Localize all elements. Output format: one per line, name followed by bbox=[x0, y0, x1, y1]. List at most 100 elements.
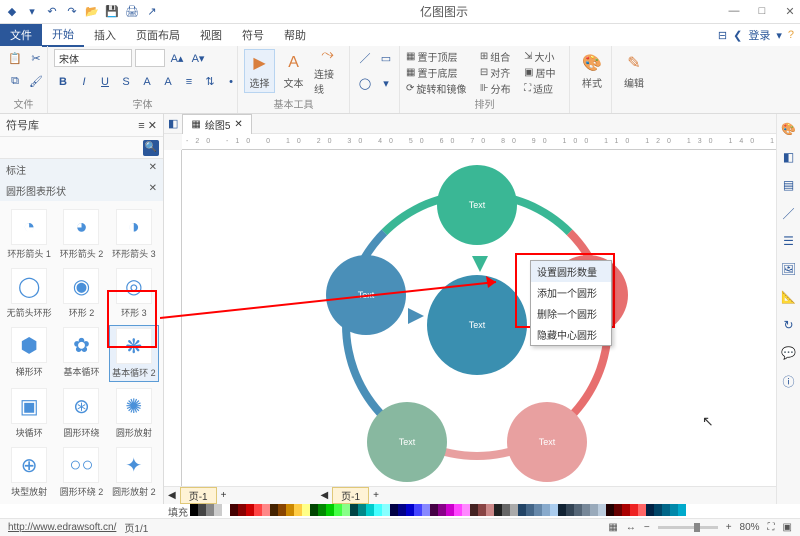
color-swatch[interactable] bbox=[446, 504, 454, 516]
shape-item[interactable]: ◉环形 2 bbox=[56, 266, 106, 321]
group-objects[interactable]: ⊞ 组合 bbox=[480, 49, 518, 64]
underline-button[interactable]: U bbox=[96, 73, 114, 91]
color-swatch[interactable] bbox=[302, 504, 310, 516]
page-tab-1[interactable]: 页-1 bbox=[180, 487, 217, 504]
color-palette[interactable]: 填充 bbox=[0, 504, 800, 518]
tab-view[interactable]: 视图 bbox=[190, 24, 232, 46]
color-swatch[interactable] bbox=[390, 504, 398, 516]
save-icon[interactable]: 💾 bbox=[104, 4, 120, 20]
color-swatch[interactable] bbox=[558, 504, 566, 516]
fit-objects[interactable]: ⛶ 适应 bbox=[524, 81, 563, 96]
color-swatch[interactable] bbox=[326, 504, 334, 516]
add-page-icon[interactable]: + bbox=[221, 490, 227, 501]
line-icon[interactable]: ／ bbox=[780, 204, 798, 222]
color-swatch[interactable] bbox=[526, 504, 534, 516]
zoom-out-icon[interactable]: − bbox=[644, 522, 650, 533]
style-button[interactable]: 🎨样式 bbox=[576, 49, 608, 93]
color-swatch[interactable] bbox=[574, 504, 582, 516]
color-swatch[interactable] bbox=[358, 504, 366, 516]
font-family-select[interactable]: 宋体 bbox=[54, 49, 132, 67]
shape-item[interactable]: ○○圆形环绕 2 bbox=[56, 445, 106, 500]
color-swatch[interactable] bbox=[510, 504, 518, 516]
text-tool[interactable]: A文本 bbox=[278, 49, 309, 93]
color-swatch[interactable] bbox=[374, 504, 382, 516]
zoom-in-icon[interactable]: + bbox=[726, 522, 732, 533]
color-swatch[interactable] bbox=[502, 504, 510, 516]
color-swatch[interactable] bbox=[550, 504, 558, 516]
color-swatch[interactable] bbox=[254, 504, 262, 516]
panel-menu-icon[interactable]: ≡ bbox=[138, 120, 144, 132]
color-swatch[interactable] bbox=[406, 504, 414, 516]
page-tab-1b[interactable]: 页-1 bbox=[332, 487, 369, 504]
diagram-node-5[interactable]: Text bbox=[326, 255, 406, 335]
color-swatch[interactable] bbox=[214, 504, 222, 516]
tab-layout[interactable]: 页面布局 bbox=[126, 24, 190, 46]
distribute-objects[interactable]: ⊪ 分布 bbox=[480, 81, 518, 96]
color-swatch[interactable] bbox=[246, 504, 254, 516]
align-left-icon[interactable]: ≡ bbox=[180, 73, 198, 91]
color-swatch[interactable] bbox=[606, 504, 614, 516]
ruler-icon[interactable]: 📐 bbox=[780, 288, 798, 306]
color-swatch[interactable] bbox=[542, 504, 550, 516]
color-swatch[interactable] bbox=[486, 504, 494, 516]
color-swatch[interactable] bbox=[630, 504, 638, 516]
size-objects[interactable]: ⇲ 大小 bbox=[524, 49, 563, 64]
color-swatch[interactable] bbox=[654, 504, 662, 516]
color-swatch[interactable] bbox=[278, 504, 286, 516]
color-swatch[interactable] bbox=[318, 504, 326, 516]
tab-icon[interactable]: ◧ bbox=[168, 117, 178, 130]
color-swatch[interactable] bbox=[286, 504, 294, 516]
color-swatch[interactable] bbox=[470, 504, 478, 516]
print-icon[interactable]: 🖨 bbox=[124, 4, 140, 20]
edit-button[interactable]: ✎编辑 bbox=[618, 49, 650, 93]
ctx-remove-circle[interactable]: 删除一个圆形 bbox=[531, 303, 611, 324]
color-swatch[interactable] bbox=[190, 504, 198, 516]
image-icon[interactable]: 🖼 bbox=[780, 260, 798, 278]
shape-item[interactable]: ❋基本循环 2 bbox=[109, 325, 159, 382]
shape-rect-icon[interactable]: ▭ bbox=[377, 49, 395, 67]
shape-item[interactable]: ◯无箭头环形 bbox=[4, 266, 54, 321]
color-swatch[interactable] bbox=[646, 504, 654, 516]
center-objects[interactable]: ▣ 居中 bbox=[524, 65, 563, 80]
shape-circle-icon[interactable]: ◯ bbox=[356, 75, 374, 93]
bold-button[interactable]: B bbox=[54, 73, 72, 91]
tab-help[interactable]: 帮助 bbox=[274, 24, 316, 46]
export-icon[interactable]: ↗ bbox=[144, 4, 160, 20]
ctx-set-count[interactable]: 设置圆形数量 bbox=[531, 261, 611, 282]
shape-item[interactable]: ⊛圆形环绕 bbox=[56, 386, 106, 441]
paste-icon[interactable]: 📋 bbox=[6, 49, 24, 67]
color-swatch[interactable] bbox=[518, 504, 526, 516]
shape-item[interactable]: ⊕块型放射 bbox=[4, 445, 54, 500]
ctx-hide-center[interactable]: 隐藏中心圆形 bbox=[531, 324, 611, 345]
cut-icon[interactable]: ✂ bbox=[27, 49, 45, 67]
prev-page-icon[interactable]: ◀ bbox=[168, 490, 176, 501]
color-swatch[interactable] bbox=[622, 504, 630, 516]
fontcolor-icon[interactable]: A bbox=[159, 73, 177, 91]
color-swatch[interactable] bbox=[382, 504, 390, 516]
prev-page-icon[interactable]: ◀ bbox=[320, 490, 328, 501]
shape-item[interactable]: ◑环形箭头 3 bbox=[109, 207, 159, 262]
add-page-icon[interactable]: + bbox=[373, 490, 379, 501]
color-swatch[interactable] bbox=[462, 504, 470, 516]
rotate-objects[interactable]: ⟳ 旋转和镜像 bbox=[406, 81, 474, 96]
bring-front[interactable]: ▦ 置于顶层 bbox=[406, 49, 474, 64]
color-swatch[interactable] bbox=[638, 504, 646, 516]
shape-format-icon[interactable]: ◧ bbox=[780, 148, 798, 166]
tab-symbols[interactable]: 符号 bbox=[232, 24, 274, 46]
color-swatch[interactable] bbox=[534, 504, 542, 516]
panel-close-icon[interactable]: ✕ bbox=[148, 120, 157, 132]
align-objects[interactable]: ⊟ 对齐 bbox=[480, 65, 518, 80]
font-size-select[interactable] bbox=[135, 49, 165, 67]
history-icon[interactable]: ↻ bbox=[780, 316, 798, 334]
share-icon[interactable]: ❮ bbox=[733, 29, 742, 42]
diagram-node-1[interactable]: Text bbox=[437, 165, 517, 245]
fit-page-icon[interactable]: ▣ bbox=[783, 522, 792, 533]
close-button[interactable]: ✕ bbox=[784, 5, 796, 18]
color-swatch[interactable] bbox=[398, 504, 406, 516]
theme-icon[interactable]: 🎨 bbox=[780, 120, 798, 138]
category-circle-shapes[interactable]: 圆形图表形状✕ bbox=[0, 180, 163, 201]
shape-item[interactable]: ◕环形箭头 2 bbox=[56, 207, 106, 262]
color-swatch[interactable] bbox=[670, 504, 678, 516]
shape-line-icon[interactable]: ／ bbox=[356, 49, 374, 67]
color-swatch[interactable] bbox=[222, 504, 230, 516]
